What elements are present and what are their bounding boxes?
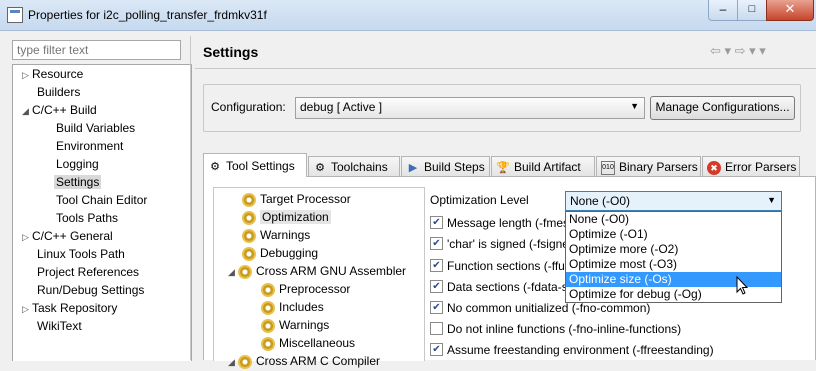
tree-item-cpp-general[interactable]: ▷ C/C++ General	[22, 227, 113, 245]
optimization-level-value: None (-O0)	[570, 194, 631, 208]
optimization-level-label: Optimization Level	[430, 193, 529, 207]
filter-input[interactable]	[12, 40, 181, 60]
settings-gear-icon	[238, 264, 252, 279]
tree-item-environment[interactable]: Environment	[56, 137, 123, 155]
checkbox-function-sections[interactable]: ✔ Function sections (-ffu	[430, 257, 565, 275]
tree-item-wikitext[interactable]: WikiText	[37, 317, 82, 335]
property-tree: ▷ Resource Builders ◢ C/C++ Build Build Va…	[12, 64, 192, 361]
tree-item-project-references[interactable]: Project References	[37, 263, 139, 281]
chevron-down-icon: ▼	[630, 101, 639, 111]
expand-icon[interactable]: ▷	[22, 66, 32, 84]
tree-item-run-debug-settings[interactable]: Run/Debug Settings	[37, 281, 144, 299]
build-steps-icon: ▶	[408, 161, 418, 174]
checkbox-unchecked[interactable]	[430, 322, 443, 336]
tool-settings-icon: ⚙	[210, 160, 220, 173]
settings-gear-icon	[238, 354, 252, 369]
tool-item-target-processor[interactable]: Target Processor	[242, 190, 351, 208]
checkbox-checked[interactable]: ✔	[430, 301, 443, 315]
configuration-label: Configuration:	[211, 100, 286, 114]
tree-item-settings[interactable]: Settings	[54, 173, 102, 191]
tree-item-linux-tools-path[interactable]: Linux Tools Path	[37, 245, 125, 263]
tool-item-miscellaneous[interactable]: Miscellaneous	[261, 334, 355, 352]
expand-icon[interactable]: ▷	[22, 300, 32, 318]
tool-item-warnings[interactable]: Warnings	[242, 226, 310, 244]
tree-item-builders[interactable]: Builders	[37, 83, 80, 101]
tool-item-preprocessor[interactable]: Preprocessor	[261, 280, 350, 298]
checkbox-freestanding[interactable]: ✔ Assume freestanding environment (-ffree…	[430, 341, 714, 359]
tool-item-debugging[interactable]: Debugging	[242, 244, 318, 262]
tree-item-build-variables[interactable]: Build Variables	[56, 119, 135, 137]
tool-item-assembler-warnings[interactable]: Warnings	[261, 316, 329, 334]
tool-tree: Target Processor Optimization Warnings D…	[213, 187, 425, 369]
settings-gear-icon	[261, 300, 275, 315]
settings-gear-icon	[261, 336, 275, 351]
option-o1[interactable]: Optimize (-O1)	[566, 227, 781, 242]
option-none[interactable]: None (-O0)	[566, 212, 781, 227]
optimization-level-select[interactable]: None (-O0) ▼	[565, 191, 782, 211]
checkbox-checked[interactable]: ✔	[430, 259, 443, 273]
maximize-button[interactable]: □	[737, 0, 767, 21]
tab-tool-settings[interactable]: ⚙ Tool Settings	[203, 153, 307, 177]
toolchains-icon: ⚙	[315, 161, 325, 174]
settings-gear-icon	[261, 318, 275, 333]
tool-item-optimization[interactable]: Optimization	[242, 208, 331, 226]
option-o3[interactable]: Optimize most (-O3)	[566, 257, 781, 272]
checkbox-checked[interactable]: ✔	[430, 280, 443, 294]
pane-divider[interactable]	[190, 36, 191, 360]
tool-item-assembler[interactable]: ◢ Cross ARM GNU Assembler	[228, 262, 406, 280]
expand-icon[interactable]: ▷	[22, 228, 32, 246]
configuration-value: debug [ Active ]	[300, 100, 383, 114]
checkbox-checked[interactable]: ✔	[430, 343, 443, 357]
binary-icon: 010	[601, 160, 615, 175]
tool-item-c-compiler[interactable]: ◢ Cross ARM C Compiler	[228, 352, 380, 370]
error-icon: ✖	[707, 160, 721, 175]
page-title: Settings	[203, 44, 259, 60]
tab-binary-parsers[interactable]: 010 Binary Parsers	[596, 156, 701, 176]
minimize-button[interactable]: –	[708, 0, 738, 21]
tree-item-logging[interactable]: Logging	[56, 155, 99, 173]
checkbox-no-inline[interactable]: Do not inline functions (-fno-inline-fun…	[430, 320, 681, 338]
settings-gear-icon	[242, 192, 256, 207]
option-o2[interactable]: Optimize more (-O2)	[566, 242, 781, 257]
window-title: Properties for i2c_polling_transfer_frdm…	[28, 8, 267, 22]
collapse-icon[interactable]: ◢	[228, 263, 238, 281]
settings-gear-icon	[261, 282, 275, 297]
collapse-icon[interactable]: ◢	[22, 102, 32, 120]
checkbox-checked[interactable]: ✔	[430, 237, 443, 251]
trophy-icon: 🏆	[496, 161, 510, 174]
chevron-down-icon: ▼	[767, 195, 776, 205]
title-bar: Properties for i2c_polling_transfer_frdm…	[0, 0, 816, 31]
close-button[interactable]: ✕	[766, 0, 814, 21]
tree-item-resource[interactable]: ▷ Resource	[22, 65, 83, 83]
settings-gear-icon	[242, 246, 256, 261]
collapse-icon[interactable]: ◢	[228, 353, 238, 371]
properties-icon	[7, 7, 23, 23]
title-separator	[195, 68, 816, 69]
checkbox-char-signed[interactable]: ✔'char' is signed (-fsigne	[430, 235, 569, 253]
tree-item-cpp-build[interactable]: ◢ C/C++ Build	[22, 101, 97, 119]
tab-build-steps[interactable]: ▶ Build Steps	[401, 156, 490, 176]
tab-toolchains[interactable]: ⚙ Toolchains	[308, 156, 400, 176]
tab-build-artifact[interactable]: 🏆 Build Artifact	[491, 156, 595, 176]
tree-item-task-repository[interactable]: ▷ Task Repository	[22, 299, 117, 317]
settings-gear-icon	[242, 210, 256, 225]
navigation-arrows-icon[interactable]: ⇦ ▾ ⇨ ▾ ▾	[710, 43, 766, 59]
mouse-cursor-icon	[736, 276, 749, 295]
checkbox-data-sections[interactable]: ✔ Data sections (-fdata-s	[430, 278, 568, 296]
tool-item-includes[interactable]: Includes	[261, 298, 324, 316]
configuration-select[interactable]: debug [ Active ] ▼	[295, 97, 645, 119]
tree-item-tool-chain-editor[interactable]: Tool Chain Editor	[56, 191, 147, 209]
tree-item-tools-paths[interactable]: Tools Paths	[56, 209, 118, 227]
settings-gear-icon	[242, 228, 256, 243]
manage-configurations-button[interactable]: Manage Configurations...	[650, 96, 795, 120]
tab-error-parsers[interactable]: ✖ Error Parsers	[702, 156, 800, 176]
checkbox-message-length[interactable]: ✔ Message length (-fmes	[430, 214, 569, 232]
checkbox-checked[interactable]: ✔	[430, 216, 443, 230]
